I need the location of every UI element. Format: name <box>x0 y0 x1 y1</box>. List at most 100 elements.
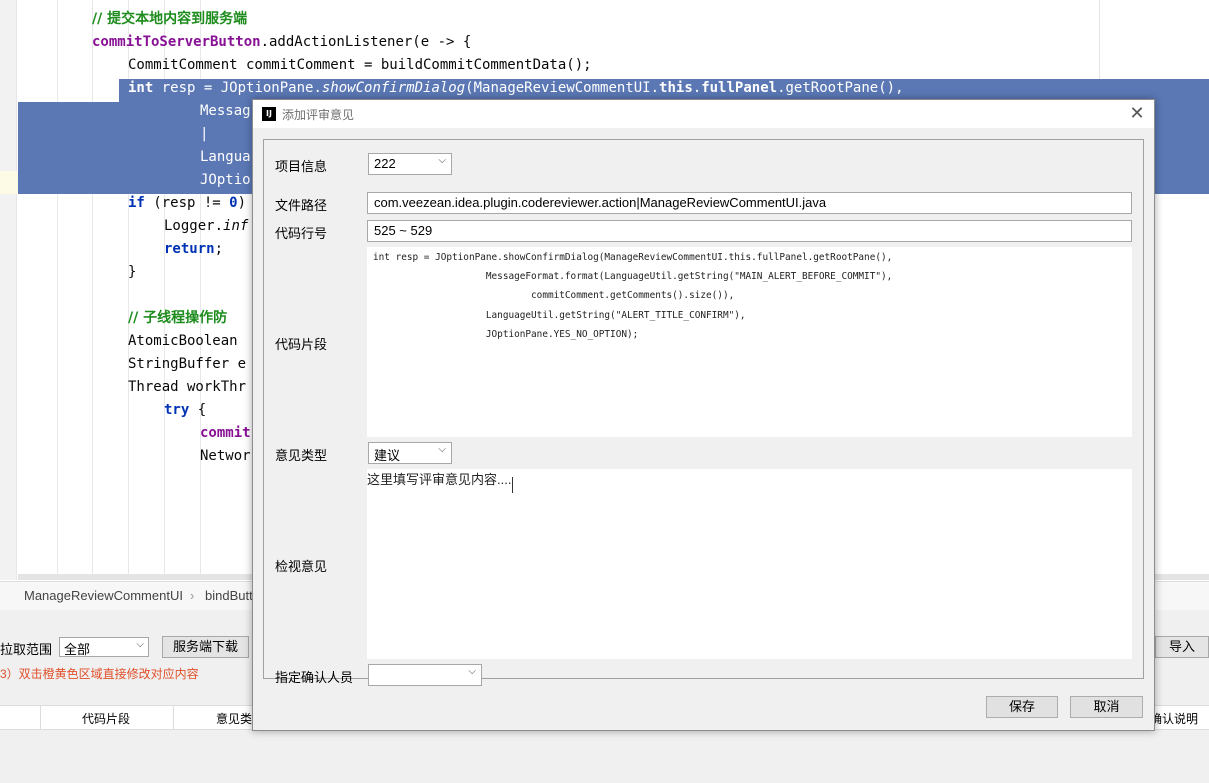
code-token: StringBuffer e <box>128 356 247 372</box>
code-snippet-label: 代码片段 <box>275 337 328 352</box>
code-line: // 子线程操作防 <box>128 307 227 330</box>
review-comment-label: 检视意见 <box>275 559 328 574</box>
intellij-app-icon: IJ <box>262 107 276 121</box>
range-label: 拉取范围 <box>0 642 53 657</box>
code-line: StringBuffer e <box>128 353 246 376</box>
code-token: . <box>692 80 702 96</box>
add-review-comment-dialog: IJ 添加评审意见 ✕ 项目信息 222 ⌵ 文件路径 com.veezean.… <box>252 99 1155 731</box>
code-token: (resp != <box>144 195 230 211</box>
code-line: Langua <box>200 146 251 169</box>
code-token: { <box>189 402 207 418</box>
code-token: | <box>200 126 209 142</box>
code-line: Messag <box>200 100 251 123</box>
code-token: Messag <box>200 103 251 119</box>
code-token: (ManageReviewCommentUI. <box>465 80 660 96</box>
code-token: CommitComment commitComment = buildCommi… <box>128 57 592 73</box>
code-token: Logger. <box>164 218 224 234</box>
code-token: .getRootPane(), <box>777 80 904 96</box>
range-select[interactable]: 全部 ⌵ <box>59 637 149 657</box>
code-token: showConfirmDialog <box>321 80 466 96</box>
code-line: } <box>128 261 136 284</box>
save-button[interactable]: 保存 <box>986 696 1058 718</box>
dialog-titlebar[interactable]: IJ 添加评审意见 ✕ <box>253 100 1154 128</box>
form-panel: 项目信息 222 ⌵ 文件路径 com.veezean.idea.plugin.… <box>263 139 1144 686</box>
column-separator <box>40 706 41 729</box>
range-select-value: 全部 <box>64 642 91 657</box>
hint-text: 3）双击橙黄色区域直接修改对应内容 <box>0 667 199 681</box>
chevron-down-icon: ⌵ <box>468 666 476 677</box>
confirmer-label: 指定确认人员 <box>275 670 354 685</box>
code-token: commitToServerButton <box>92 34 261 50</box>
column-header-type[interactable]: 意见类 <box>216 710 252 727</box>
server-download-button[interactable]: 服务端下载 <box>162 636 249 658</box>
code-token: fullPanel <box>701 80 778 96</box>
code-snippet-area[interactable]: int resp = JOptionPane.showConfirmDialog… <box>367 247 1132 437</box>
code-line: return; <box>164 238 223 261</box>
chevron-down-icon: ⌵ <box>438 155 446 166</box>
code-token: try <box>164 402 190 418</box>
code-token: int <box>128 80 154 96</box>
review-comment-text: 这里填写评审意见内容.... <box>367 472 512 487</box>
comment-type-value: 建议 <box>374 448 401 463</box>
breadcrumb-item-method[interactable]: bindButt <box>205 588 253 603</box>
code-line: Logger.inf <box>164 215 248 238</box>
code-token: Thread workThr <box>128 379 247 395</box>
code-token: inf <box>223 218 249 234</box>
breadcrumb-item-class[interactable]: ManageReviewCommentUI <box>24 588 183 603</box>
code-token: // 提交本地内容到服务端 <box>92 11 248 27</box>
project-select[interactable]: 222 ⌵ <box>368 153 452 175</box>
code-token: this <box>659 80 693 96</box>
line-number-field[interactable]: 525 ~ 529 <box>367 220 1132 242</box>
code-token: AtomicBoolean <box>128 333 238 349</box>
line-number-label: 代码行号 <box>275 226 328 241</box>
file-path-label: 文件路径 <box>275 198 328 213</box>
indent-guide <box>92 0 93 580</box>
breadcrumb-separator: › <box>190 588 195 603</box>
code-line: commitToServerButton.addActionListener(e… <box>92 31 471 54</box>
code-token: .addActionListener(e -> { <box>260 34 472 50</box>
chevron-down-icon: ⌵ <box>136 639 144 650</box>
code-token: ; <box>214 241 224 257</box>
code-line: | <box>200 123 208 146</box>
indent-guide <box>57 0 58 580</box>
text-cursor-icon <box>512 477 519 493</box>
import-button[interactable]: 导入 <box>1155 636 1209 658</box>
code-line: // 提交本地内容到服务端 <box>92 8 247 31</box>
confirmer-select[interactable]: ⌵ <box>368 664 482 686</box>
column-separator <box>173 706 174 729</box>
editor-gutter <box>0 0 17 580</box>
column-header-confirm-note[interactable]: 确认说明 <box>1150 710 1198 727</box>
code-line: int resp = JOptionPane.showConfirmDialog… <box>128 77 904 100</box>
project-select-value: 222 <box>374 156 396 171</box>
code-token: if <box>128 195 145 211</box>
code-token: commit <box>200 425 251 441</box>
code-token: return <box>164 241 215 257</box>
code-token: resp = JOptionPane. <box>153 80 322 96</box>
file-path-field[interactable]: com.veezean.idea.plugin.codereviewer.act… <box>367 192 1132 214</box>
code-line: Thread workThr <box>128 376 246 399</box>
code-token: JOptio <box>200 172 251 188</box>
review-comment-area[interactable]: 这里填写评审意见内容.... <box>367 469 1132 659</box>
comment-type-label: 意见类型 <box>275 448 328 463</box>
close-icon[interactable]: ✕ <box>1126 103 1148 125</box>
code-line: CommitComment commitComment = buildCommi… <box>128 54 592 77</box>
column-header-snippet[interactable]: 代码片段 <box>82 710 130 727</box>
code-token: 0 <box>229 195 238 211</box>
chevron-down-icon: ⌵ <box>438 444 446 455</box>
code-token: Langua <box>200 149 251 165</box>
code-line: try { <box>164 399 206 422</box>
code-token: ) <box>237 195 247 211</box>
code-line: if (resp != 0) <box>128 192 246 215</box>
code-line: AtomicBoolean <box>128 330 238 353</box>
code-token: } <box>128 264 137 280</box>
dialog-title: 添加评审意见 <box>282 108 355 122</box>
project-label: 项目信息 <box>275 159 328 174</box>
cancel-button[interactable]: 取消 <box>1070 696 1143 718</box>
code-line: Networ <box>200 445 251 468</box>
code-line: commit <box>200 422 251 445</box>
comment-type-select[interactable]: 建议 ⌵ <box>368 442 452 464</box>
current-line-highlight <box>0 171 18 194</box>
code-token: Networ <box>200 448 251 464</box>
code-line: JOptio <box>200 169 251 192</box>
code-token: // 子线程操作防 <box>128 310 228 326</box>
